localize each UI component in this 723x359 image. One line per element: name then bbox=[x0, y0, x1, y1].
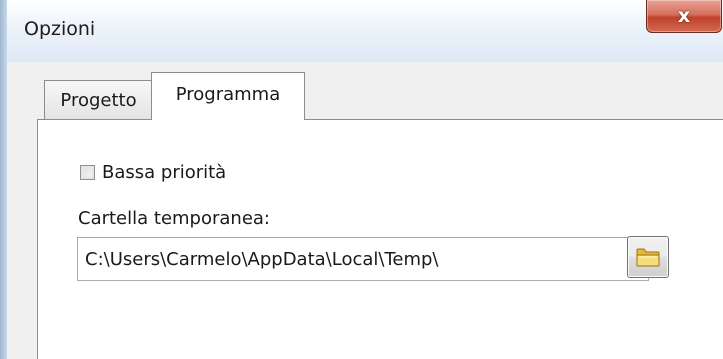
temp-folder-input[interactable] bbox=[77, 237, 649, 281]
options-dialog: Opzioni x Progetto Programma Bassa prior… bbox=[0, 0, 723, 359]
window-frame bbox=[0, 0, 7, 359]
window-title: Opzioni bbox=[24, 18, 96, 40]
tab-progetto[interactable]: Progetto bbox=[44, 80, 152, 119]
close-icon: x bbox=[677, 5, 691, 27]
tab-programma[interactable]: Programma bbox=[151, 72, 305, 120]
low-priority-checkbox[interactable] bbox=[80, 165, 95, 180]
folder-icon bbox=[636, 248, 660, 267]
tab-panel-programma: Bassa priorità Cartella temporanea: bbox=[37, 119, 723, 359]
low-priority-label[interactable]: Bassa priorità bbox=[102, 162, 226, 183]
low-priority-option[interactable]: Bassa priorità bbox=[80, 162, 226, 183]
title-bar[interactable]: Opzioni bbox=[7, 0, 723, 62]
browse-folder-button[interactable] bbox=[627, 236, 669, 278]
temp-folder-label: Cartella temporanea: bbox=[78, 208, 270, 229]
close-button[interactable]: x bbox=[646, 0, 722, 33]
